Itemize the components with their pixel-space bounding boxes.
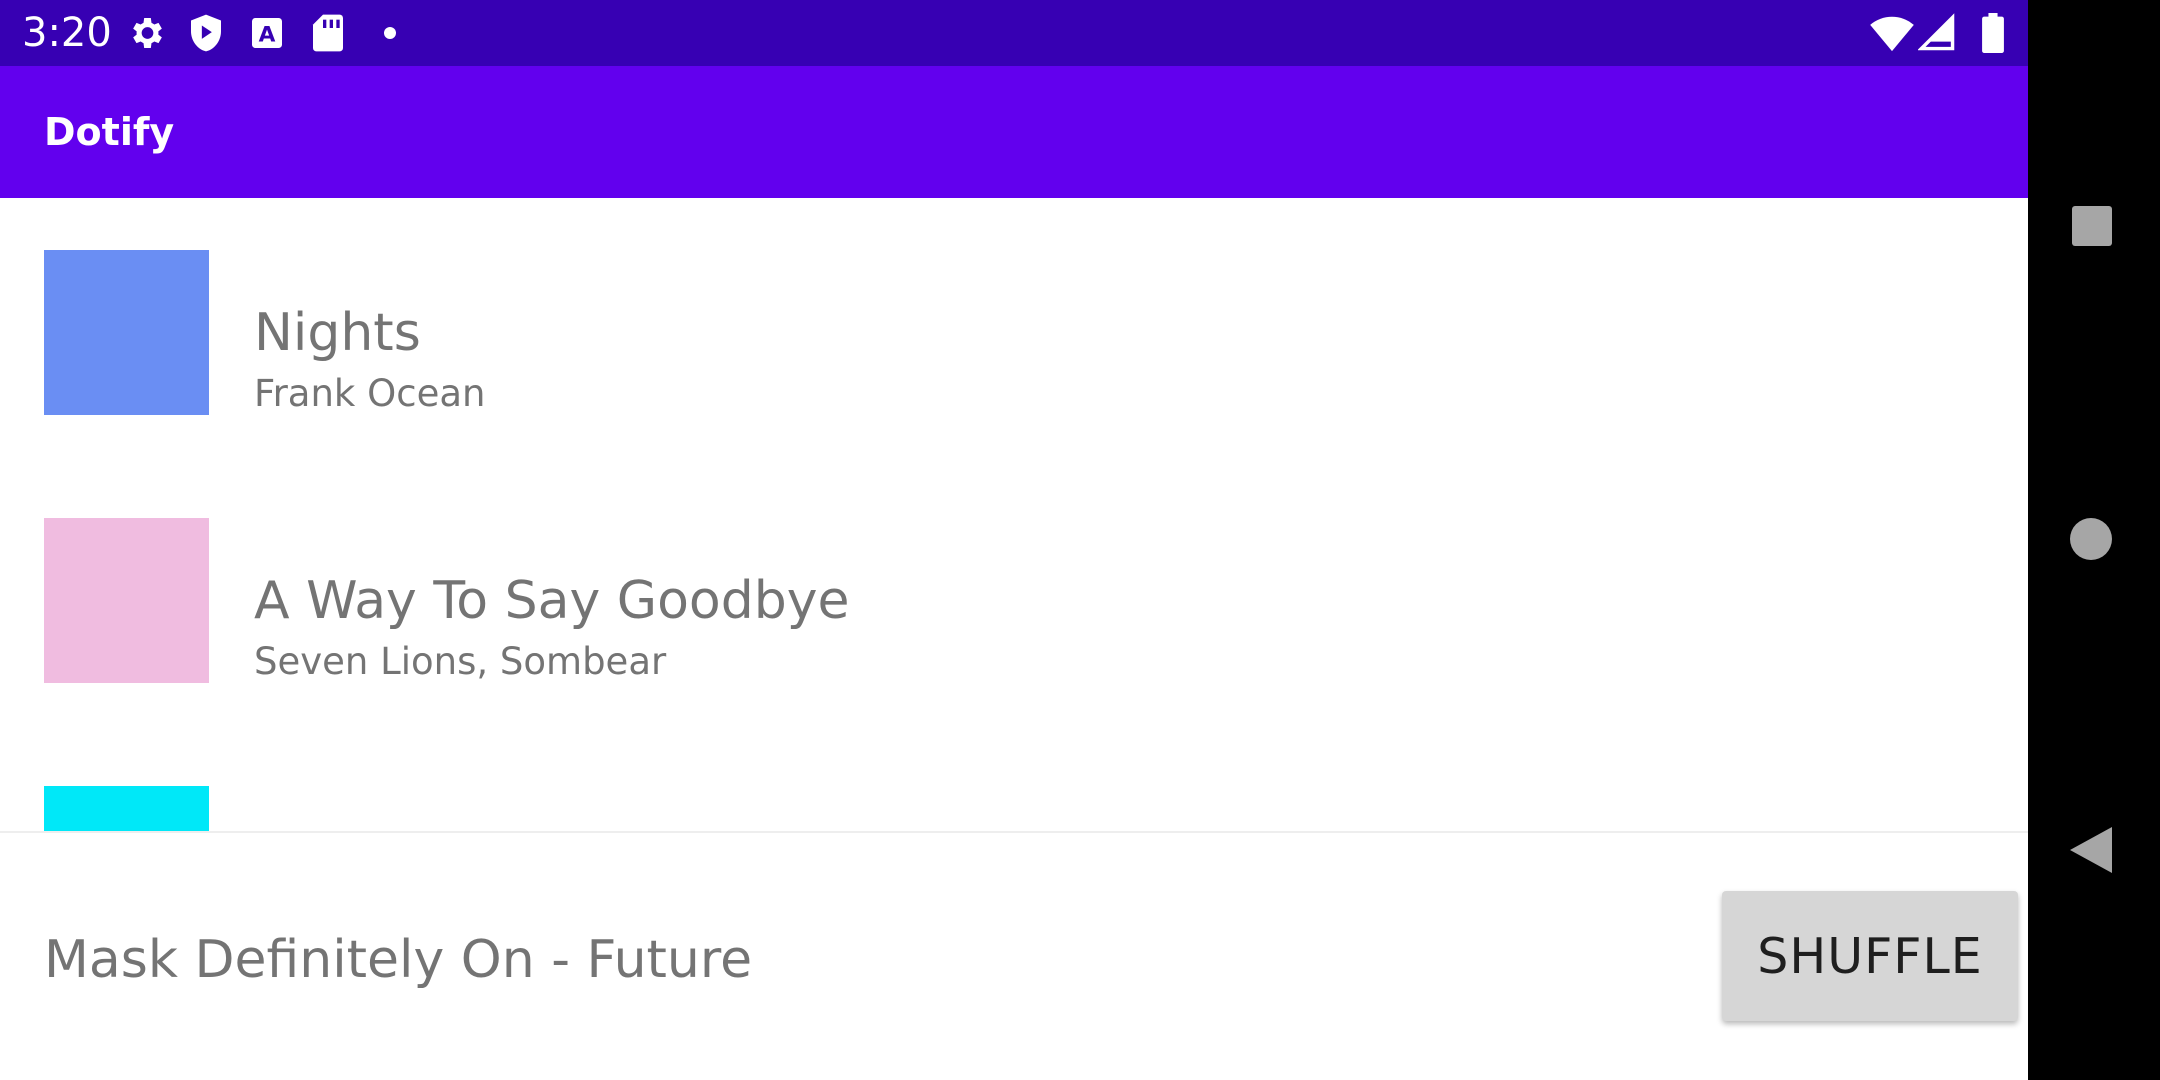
shield-play-icon <box>191 14 221 52</box>
song-title: Nights <box>254 303 421 363</box>
recents-button[interactable] <box>2028 168 2160 288</box>
album-art <box>44 250 209 415</box>
shuffle-button[interactable]: SHUFFLE <box>1722 891 2018 1021</box>
song-artist: Seven Lions, Sombear <box>254 640 667 683</box>
now-playing-text[interactable]: Mask Definitely On - Future <box>44 929 752 991</box>
song-list[interactable]: Nights Frank Ocean A Way To Say Goodbye … <box>0 198 2028 832</box>
wifi-icon <box>1870 16 1914 52</box>
status-time: 3:20 <box>22 10 112 56</box>
album-art <box>44 518 209 683</box>
song-artist: Frank Ocean <box>254 372 486 415</box>
app-title: Dotify <box>44 110 175 154</box>
back-button[interactable] <box>2028 790 2160 910</box>
gear-icon <box>133 18 162 48</box>
home-button[interactable] <box>2028 480 2160 600</box>
status-icons-right <box>1870 13 2010 53</box>
battery-icon <box>1982 13 2004 53</box>
sd-card-icon <box>313 14 343 52</box>
song-row[interactable]: A Way To Say Goodbye Seven Lions, Sombea… <box>0 466 2028 734</box>
cellular-signal-icon <box>1918 13 1955 51</box>
svg-text:A: A <box>259 22 276 47</box>
recents-square-icon <box>2072 206 2112 246</box>
app-bar: Dotify <box>0 66 2028 198</box>
dot-icon <box>384 27 396 39</box>
song-title: A Way To Say Goodbye <box>254 571 850 631</box>
navigation-bar <box>2028 0 2160 1080</box>
song-row[interactable]: Nights Frank Ocean <box>0 198 2028 466</box>
home-circle-icon <box>2070 518 2112 560</box>
song-row[interactable] <box>0 734 2028 832</box>
album-art <box>44 786 209 832</box>
status-bar: 3:20 A <box>0 0 2028 66</box>
font-a-icon: A <box>252 18 282 48</box>
mini-player: Mask Definitely On - Future SHUFFLE <box>0 833 2028 1080</box>
back-triangle-icon <box>2070 827 2112 873</box>
